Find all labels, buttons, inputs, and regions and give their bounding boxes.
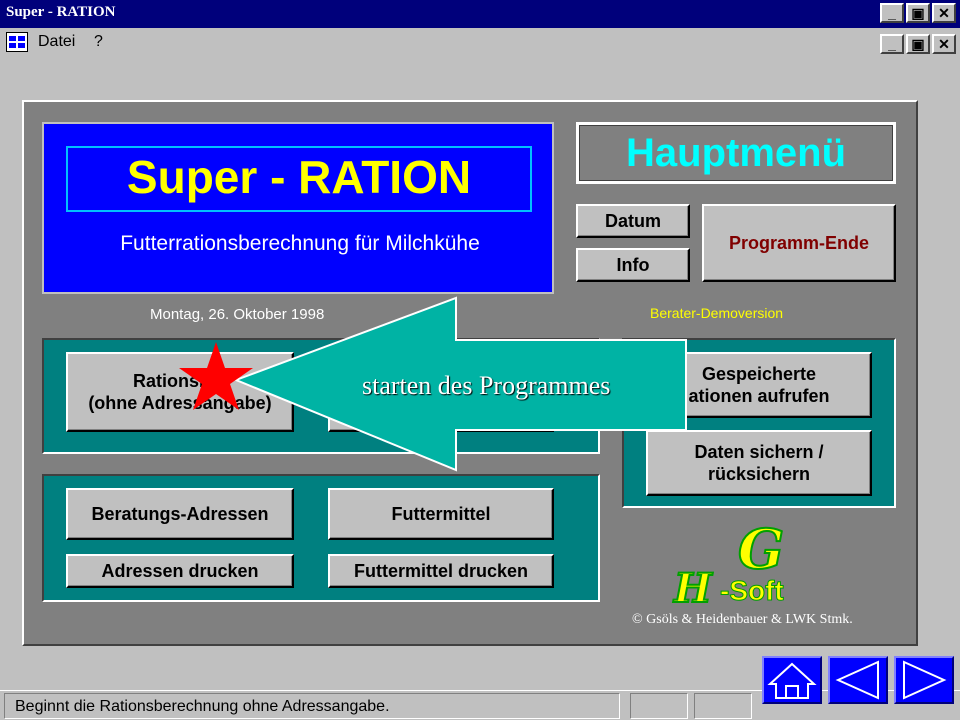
home-button[interactable] xyxy=(762,656,822,704)
menu-help[interactable]: ? xyxy=(94,33,103,51)
arrow-left-icon xyxy=(835,660,879,700)
gespeichert-line1: Gespeicherte xyxy=(701,364,817,384)
minimize-icon[interactable]: _ xyxy=(880,3,904,23)
restore-icon[interactable]: ▣ xyxy=(906,3,930,23)
logo-mark-g: G xyxy=(738,518,784,581)
star-icon xyxy=(179,342,253,410)
previous-button[interactable] xyxy=(828,656,888,704)
menu-datei[interactable]: Datei xyxy=(38,33,75,51)
status-pane: Beginnt die Rationsberechnung ohne Adres… xyxy=(4,693,620,719)
home-icon xyxy=(767,662,817,699)
beratungs-adressen-button[interactable]: Beratungs-Adressen xyxy=(66,488,294,540)
h-soft-logo: G H -Soft xyxy=(672,518,785,610)
copyright-label: © Gsöls & Heidenbauer & LWK Stmk. xyxy=(632,612,853,627)
banner-subtitle: Futterrationsberechnung für Milchkühe xyxy=(120,232,480,255)
title-banner: Super - RATION Futterrationsberechnung f… xyxy=(42,122,554,294)
status-text: Beginnt die Rationsberechnung ohne Adres… xyxy=(15,698,390,715)
sichern-line1: Daten sichern / xyxy=(694,442,824,462)
status-pane-2 xyxy=(630,693,688,719)
close-icon[interactable]: ✕ xyxy=(932,3,956,23)
doc-restore-icon[interactable]: ▣ xyxy=(906,34,930,54)
gespeichert-line2: ationen aufrufen xyxy=(688,386,830,406)
arrow-right-icon xyxy=(903,660,947,700)
next-button[interactable] xyxy=(894,656,954,704)
doc-minimize-icon[interactable]: _ xyxy=(880,34,904,54)
logo-text: -Soft xyxy=(720,575,784,606)
menu-bar xyxy=(0,28,960,58)
sichern-line2: rücksichern xyxy=(707,464,811,484)
futtermittel-drucken-button[interactable]: Futtermittel drucken xyxy=(328,554,554,588)
logo-mark-h: H xyxy=(673,565,713,610)
app-menu-icon[interactable] xyxy=(6,32,28,52)
programm-ende-button[interactable]: Programm-Ende xyxy=(702,204,896,282)
status-pane-3 xyxy=(694,693,752,719)
hauptmenu-box: Hauptmenü xyxy=(576,122,896,184)
adressen-drucken-button[interactable]: Adressen drucken xyxy=(66,554,294,588)
banner-title: Super - RATION xyxy=(126,151,472,203)
annotation-text: starten des Programmes xyxy=(362,371,611,400)
info-button[interactable]: Info xyxy=(576,248,690,282)
doc-close-icon[interactable]: ✕ xyxy=(932,34,956,54)
hauptmenu-title: Hauptmenü xyxy=(626,131,846,175)
datum-button[interactable]: Datum xyxy=(576,204,690,238)
futtermittel-button[interactable]: Futtermittel xyxy=(328,488,554,540)
title-bar: Super - RATION xyxy=(0,0,960,28)
window-title: Super - RATION xyxy=(6,4,116,20)
